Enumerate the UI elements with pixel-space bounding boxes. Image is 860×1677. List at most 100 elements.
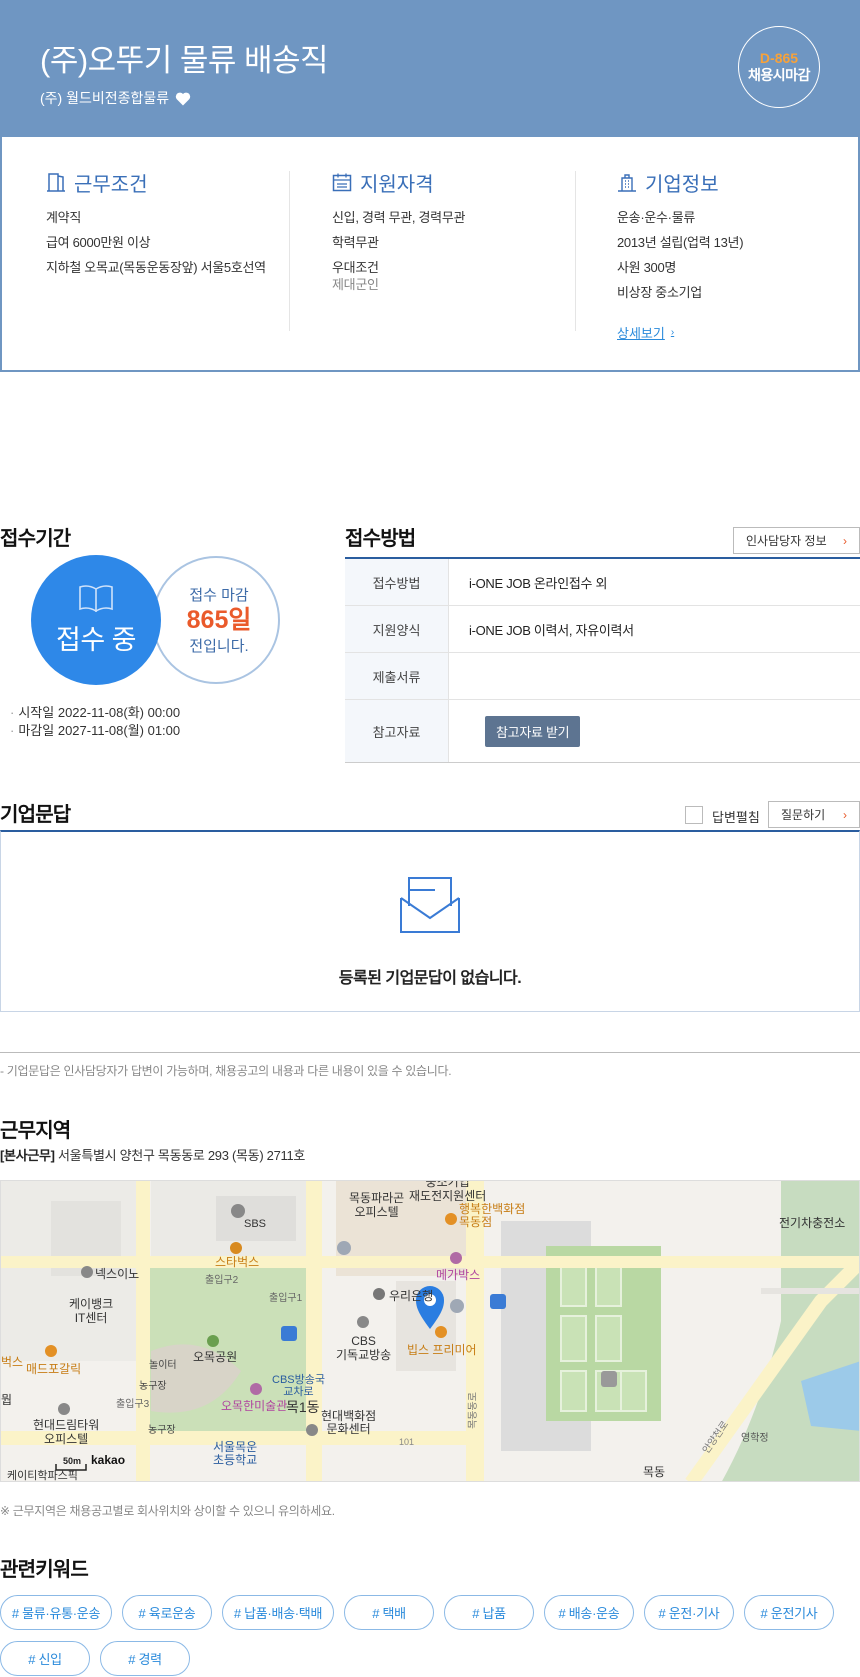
map-label: 행복한백화점 목동점 — [459, 1202, 526, 1229]
method-title: 접수방법 — [345, 528, 416, 550]
period-title: 접수기간 — [0, 528, 71, 550]
hr-info-button[interactable]: 인사담당자 정보 › — [733, 527, 860, 554]
work-conditions-heading: 근무조건 — [46, 171, 286, 196]
apply-table: 접수방법 i-ONE JOB 온라인접수 외 지원양식 i-ONE JOB 이력… — [345, 557, 860, 763]
deadline-label: 접수 마감 — [189, 587, 249, 604]
keyword-tag[interactable]: # 납품 — [444, 1595, 534, 1630]
heart-icon[interactable] — [175, 91, 191, 106]
keyword-tag[interactable]: # 물류·유통·운송 — [0, 1595, 112, 1630]
download-reference-button[interactable]: 참고자료 받기 — [485, 715, 581, 747]
map-label: SBS — [244, 1218, 267, 1230]
company-name[interactable]: (주) 월드비전종합물류 — [40, 88, 169, 108]
map-label: 전기차충전소 — [779, 1216, 846, 1230]
salary: 급여 6000만원 이상 — [46, 235, 151, 250]
summary-box: 근무조건 계약직 급여 6000만원 이상 지하철 오목교(목동운동장앞) 서울… — [0, 137, 860, 372]
expand-answers-checkbox[interactable] — [685, 806, 703, 824]
expand-answers-label[interactable]: 답변펼침 — [712, 807, 760, 826]
location-notice: ※ 근무지역은 채용공고별로 회사위치와 상이할 수 있으니 유의하세요. — [0, 1504, 335, 1518]
keyword-tag[interactable]: # 신입 — [0, 1641, 90, 1676]
keyword-tag[interactable]: # 납품·배송·택배 — [222, 1595, 334, 1630]
map-label: 넥스이노 — [95, 1267, 140, 1281]
start-date: 시작일 2022-11-08(화) 00:00 — [10, 704, 180, 722]
ask-question-button[interactable]: 질문하기 › — [768, 801, 860, 828]
deadline-circle: 접수 마감 865일 전입니다. — [152, 556, 280, 684]
map-label: 출입구1 — [269, 1293, 303, 1304]
industry: 운송·운수·물류 — [617, 210, 696, 225]
keywords-title: 관련키워드 — [0, 1559, 89, 1581]
qa-empty-message: 등록된 기업문답이 없습니다. — [338, 970, 522, 987]
founded: 2013년 설립(업력 13년) — [617, 235, 744, 250]
map-label: 목1동 — [286, 1399, 320, 1415]
company-info: 기업정보 운송·운수·물류 2013년 설립(업력 13년) 사원 300명 비… — [617, 171, 837, 342]
work-conditions: 근무조건 계약직 급여 6000만원 이상 지하철 오목교(목동운동장앞) 서울… — [46, 171, 286, 331]
map-label: 오목공원 — [193, 1350, 238, 1364]
table-row: 지원양식 i-ONE JOB 이력서, 자유이력서 — [345, 606, 860, 653]
map-label: 빕스 프리미어 — [407, 1343, 477, 1357]
map-label: 메가박스 — [436, 1268, 481, 1282]
dday-badge: D-865 채용시마감 — [738, 26, 820, 108]
work-type: 계약직 — [46, 210, 81, 225]
map-label: 오목한미술관 — [221, 1399, 288, 1413]
end-date: 마감일 2027-11-08(월) 01:00 — [10, 722, 180, 740]
company-name-row: (주) 월드비전종합물류 — [40, 88, 191, 108]
keyword-tag[interactable]: # 육로운송 — [122, 1595, 212, 1630]
book-icon — [79, 584, 113, 612]
map-label: 101 — [399, 1437, 415, 1447]
map-label: 스타벅스 — [215, 1255, 260, 1269]
map-label: 우리은행 — [389, 1289, 434, 1303]
address-tag: [본사근무] — [0, 1148, 55, 1163]
map-label: 벅스 — [1, 1355, 24, 1369]
map-label: 목동동로 — [467, 1392, 479, 1429]
chevron-right-icon: › — [670, 327, 675, 338]
qualifications-heading: 지원자격 — [332, 171, 572, 196]
keyword-tag[interactable]: # 배송·운송 — [544, 1595, 634, 1630]
career: 신입, 경력 무관, 경력무관 — [332, 210, 466, 225]
chevron-right-icon: › — [843, 533, 847, 548]
deadline-suffix: 전입니다. — [189, 638, 249, 655]
company-detail-link[interactable]: 상세보기 › — [617, 323, 674, 342]
keyword-tag[interactable]: # 택배 — [344, 1595, 434, 1630]
map-label: 목동 — [643, 1465, 666, 1479]
map-label: 농구장 — [139, 1381, 167, 1392]
map-label: 현대드림타워 오피스텔 — [33, 1418, 100, 1446]
keyword-tag[interactable]: # 운전기사 — [744, 1595, 834, 1630]
job-title: (주)오뚜기 물류 배송직 — [40, 43, 329, 78]
envelope-icon — [400, 877, 460, 933]
divider — [289, 171, 290, 331]
map-scale: 50m — [63, 1456, 82, 1466]
job-header: (주)오뚜기 물류 배송직 (주) 월드비전종합물류 D-865 채용시마감 — [0, 0, 860, 137]
building-icon — [618, 174, 636, 192]
keyword-tag[interactable]: # 운전·기사 — [644, 1595, 734, 1630]
map-label: 목동파라곤 오피스텔 — [349, 1191, 405, 1219]
table-row: 접수방법 i-ONE JOB 온라인접수 외 — [345, 559, 860, 606]
divider — [0, 1052, 860, 1053]
company-info-heading: 기업정보 — [617, 171, 837, 196]
qa-title: 기업문답 — [0, 804, 71, 826]
dday-count: D-865 — [759, 50, 799, 66]
map-label: 매드포갈릭 — [26, 1362, 82, 1376]
map-label: 출입구3 — [116, 1399, 150, 1410]
map-label: 출입구2 — [205, 1275, 239, 1286]
map-label: 케이티학파스픽 — [7, 1470, 78, 1482]
status-label: 접수 중 — [55, 624, 137, 655]
table-row: 참고자료 참고자료 받기 — [345, 700, 860, 762]
deadline-days: 865일 — [186, 606, 252, 634]
qualifications: 지원자격 신입, 경력 무관, 경력무관 학력무관 우대조건 제대군인 — [332, 171, 572, 331]
company-type: 비상장 중소기업 — [617, 285, 702, 300]
keyword-tag[interactable]: # 경력 — [100, 1641, 190, 1676]
subway: 지하철 오목교(목동운동장앞) 서울5호선역 — [46, 260, 266, 275]
map-canvas[interactable] — [1, 1181, 860, 1482]
qa-notice: - 기업문답은 인사담당자가 답변이 가능하며, 채용공고의 내용과 다른 내용… — [0, 1064, 452, 1078]
qa-empty-box: 등록된 기업문답이 없습니다. — [0, 830, 860, 1012]
status-circle: 접수 중 — [31, 555, 161, 685]
map-label: 서울목운 초등학교 — [213, 1440, 258, 1467]
kakao-logo: kakao — [91, 1453, 126, 1467]
map-label: 중소기업 재도전지원센터 — [409, 1180, 487, 1203]
map-label: CBS 기독교방송 — [336, 1334, 392, 1362]
map-label: 케이뱅크 IT센터 — [69, 1297, 114, 1325]
divider — [575, 171, 576, 331]
location-title: 근무지역 — [0, 1120, 71, 1142]
location-map[interactable]: SBS 스타벅스 출입구2 출입구1 넥스이노 케이뱅크 IT센터 오목공원 놀… — [0, 1180, 860, 1482]
map-label: 현대백화점 문화센터 — [321, 1409, 377, 1436]
map-label: 농구장 — [148, 1425, 176, 1436]
